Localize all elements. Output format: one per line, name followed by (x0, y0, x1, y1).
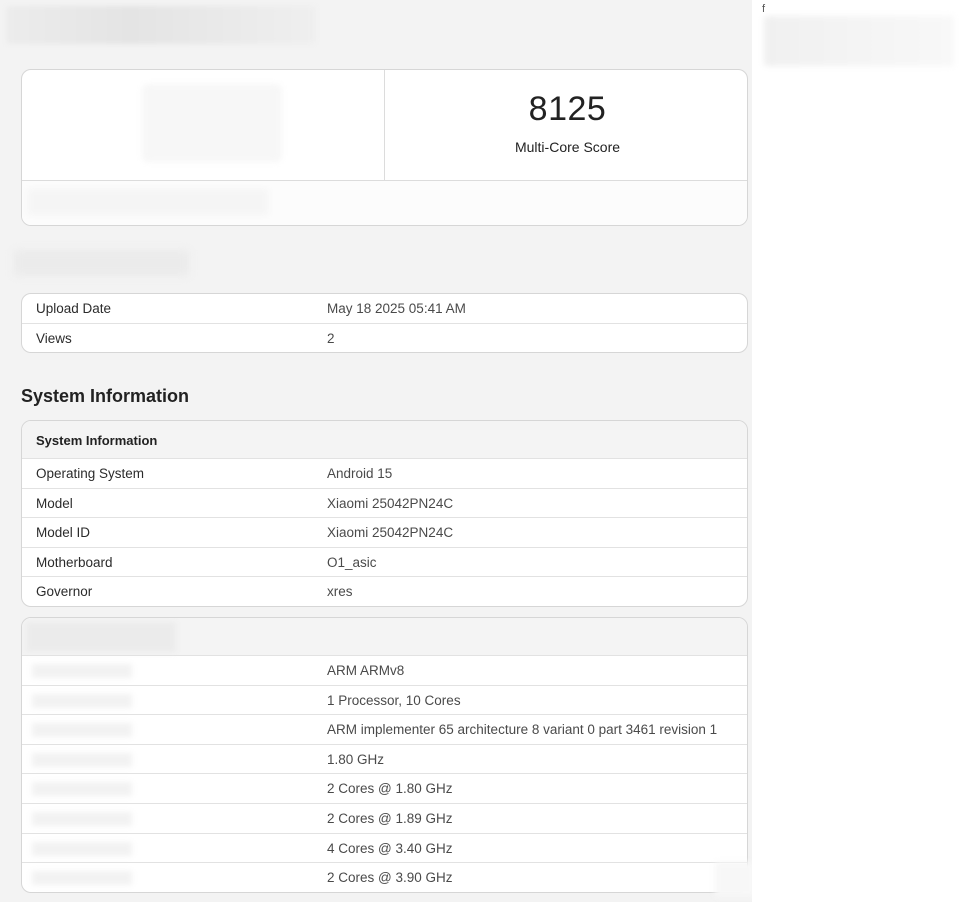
blurred-score-panel (142, 84, 282, 162)
blurred-footer-content (28, 189, 268, 215)
row-value: xres (327, 584, 353, 600)
row-value: Xiaomi 25042PN24C (327, 495, 454, 511)
table-row: Upload Date May 18 2025 05:41 AM (22, 294, 747, 324)
row-value: 2 Cores @ 1.80 GHz (327, 781, 453, 797)
row-value: Android 15 (327, 466, 393, 481)
blurred-row-key (32, 723, 132, 738)
score-left-panel (22, 70, 385, 180)
blurred-header (6, 6, 316, 44)
table-row: Views 2 (22, 324, 747, 352)
right-sidebar: f (752, 0, 960, 902)
table-row: 2 Cores @ 1.80 GHz (22, 774, 747, 804)
table-header: System Information (22, 421, 747, 459)
blurred-section-heading (14, 250, 189, 276)
multi-core-score-value: 8125 (528, 90, 607, 128)
blurred-row-key (32, 811, 132, 826)
row-key: Model ID (36, 525, 91, 541)
multi-core-panel: 8125 Multi-Core Score (386, 70, 747, 180)
views-key: Views (36, 330, 72, 346)
blurred-row-key (32, 664, 132, 678)
table-header-title: System Information (36, 433, 158, 448)
table-row: Model Xiaomi 25042PN24C (22, 489, 747, 519)
blurred-row-key (32, 871, 132, 886)
upload-date-value: May 18 2025 05:41 AM (327, 301, 466, 316)
row-value: 4 Cores @ 3.40 GHz (327, 840, 453, 856)
blurred-corner (715, 862, 755, 897)
section-title: System Information (21, 386, 190, 406)
table-row: 1 Processor, 10 Cores (22, 686, 747, 716)
blurred-sidebar-content (764, 16, 954, 66)
table-row: 4 Cores @ 3.40 GHz (22, 834, 747, 864)
row-value: ARM ARMv8 (327, 663, 405, 678)
main-column: 8125 Multi-Core Score Upload Date May 18… (0, 0, 755, 902)
upload-info-table: Upload Date May 18 2025 05:41 AM Views 2 (21, 293, 748, 353)
table-row: ARM implementer 65 architecture 8 varian… (22, 715, 747, 745)
table-row: Governor xres (22, 577, 747, 606)
row-value: 2 Cores @ 1.89 GHz (327, 810, 453, 826)
row-key: Operating System (36, 466, 145, 481)
sidebar-mark: f (762, 3, 766, 15)
blurred-row-key (32, 693, 132, 708)
table-row: 2 Cores @ 3.90 GHz (22, 863, 747, 892)
row-key: Model (36, 495, 73, 511)
table-row: Operating System Android 15 (22, 459, 747, 489)
cpu-information-table: ARM ARMv8 1 Processor, 10 Cores ARM impl… (21, 617, 748, 893)
row-key: Governor (36, 584, 93, 600)
table-row: 1.80 GHz (22, 745, 747, 775)
multi-core-score-label: Multi-Core Score (514, 139, 621, 155)
row-value: ARM implementer 65 architecture 8 varian… (327, 722, 718, 738)
blurred-row-key (32, 782, 132, 797)
row-key: Motherboard (36, 554, 113, 570)
blurred-row-key (32, 841, 132, 856)
table-row: 2 Cores @ 1.89 GHz (22, 804, 747, 834)
table-row: ARM ARMv8 (22, 656, 747, 686)
upload-date-key: Upload Date (36, 301, 112, 316)
table-row: Motherboard O1_asic (22, 548, 747, 578)
row-value: 1.80 GHz (327, 751, 385, 767)
score-card: 8125 Multi-Core Score (21, 69, 748, 226)
system-information-table: System Information Operating System Andr… (21, 420, 748, 607)
table-row: Model ID Xiaomi 25042PN24C (22, 518, 747, 548)
blurred-row-key (32, 752, 132, 767)
views-value: 2 (327, 330, 335, 346)
row-value: O1_asic (327, 554, 377, 570)
score-footer (22, 180, 747, 225)
table-header (22, 618, 747, 656)
row-value: 2 Cores @ 3.90 GHz (327, 870, 453, 886)
row-value: 1 Processor, 10 Cores (327, 692, 461, 708)
blurred-header-title (26, 622, 176, 652)
row-value: Xiaomi 25042PN24C (327, 525, 454, 541)
